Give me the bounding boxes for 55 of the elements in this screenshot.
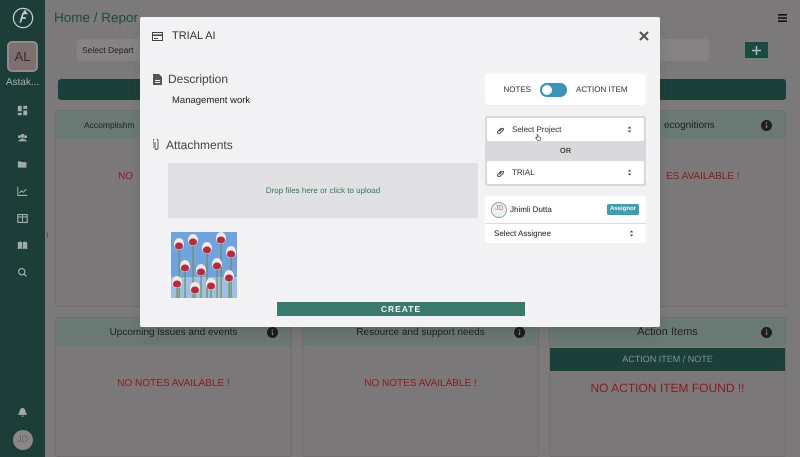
trial-select[interactable]: TRIAL <box>487 161 644 184</box>
search-icon[interactable] <box>17 267 28 278</box>
bell-icon[interactable] <box>17 407 28 418</box>
create-button[interactable]: CREATE <box>277 302 525 316</box>
chart-icon[interactable] <box>17 186 28 197</box>
empty-message: NO NOTES AVAILABLE ! <box>364 377 477 391</box>
empty-message: ES AVAILABLE ! <box>666 170 740 184</box>
select-value: Select Project <box>512 126 562 134</box>
paperclip-icon <box>496 168 504 176</box>
folder-icon[interactable] <box>17 159 28 170</box>
document-icon <box>153 74 162 84</box>
columns-icon[interactable] <box>17 213 28 224</box>
users-icon[interactable] <box>17 132 28 143</box>
assignor-name: Jhimli Dutta <box>510 204 552 216</box>
menu-icon[interactable] <box>778 14 787 22</box>
card-title: ecognitions <box>664 118 715 132</box>
project-select[interactable]: Select Project <box>487 118 644 141</box>
collapse-handle[interactable] <box>47 232 48 238</box>
hand-cursor-icon <box>535 134 541 141</box>
select-value: Select Assignee <box>494 228 551 240</box>
select-value: TRIAL <box>512 168 535 176</box>
close-icon[interactable] <box>639 31 649 41</box>
toggle-label: ACTION ITEM <box>576 84 628 96</box>
avatar[interactable]: AL <box>7 41 38 72</box>
empty-message: NO ACTION ITEM FOUND !! <box>590 380 744 397</box>
breadcrumb: Home / Repor <box>54 9 138 28</box>
sort-icon <box>627 169 632 176</box>
dropzone[interactable]: Drop files here or click to upload <box>168 163 478 218</box>
paperclip-icon <box>496 126 504 134</box>
sort-icon <box>627 126 632 133</box>
sort-icon <box>629 230 634 237</box>
add-button[interactable] <box>745 42 768 58</box>
section-label: Attachments <box>166 137 233 154</box>
card-title: Accomplishm <box>84 118 135 132</box>
assignee-select[interactable]: Select Assignee <box>485 224 646 243</box>
section-label: Description <box>168 71 228 88</box>
empty-message: NO <box>118 170 133 184</box>
modal-title: TRIAL AI <box>172 28 216 44</box>
table-header: ACTION ITEM / NOTE <box>550 348 785 371</box>
info-icon[interactable] <box>514 326 525 338</box>
book-icon[interactable] <box>17 240 28 251</box>
dashboard-icon[interactable] <box>17 105 28 116</box>
card-title: Upcoming issues and events <box>110 326 238 340</box>
user-name: Astak... <box>6 76 40 90</box>
card-title: Action Items <box>637 324 698 340</box>
info-icon[interactable] <box>267 326 278 338</box>
toggle-switch[interactable] <box>540 82 567 96</box>
paperclip-icon <box>153 139 160 152</box>
toggle-label: NOTES <box>503 84 531 96</box>
description-text: Management work <box>172 94 252 108</box>
card-title: Resource and support needs <box>356 326 485 340</box>
card-icon <box>152 32 163 40</box>
empty-message: NO NOTES AVAILABLE ! <box>117 377 230 391</box>
plus-icon <box>752 46 761 55</box>
logo-icon[interactable] <box>12 7 34 29</box>
